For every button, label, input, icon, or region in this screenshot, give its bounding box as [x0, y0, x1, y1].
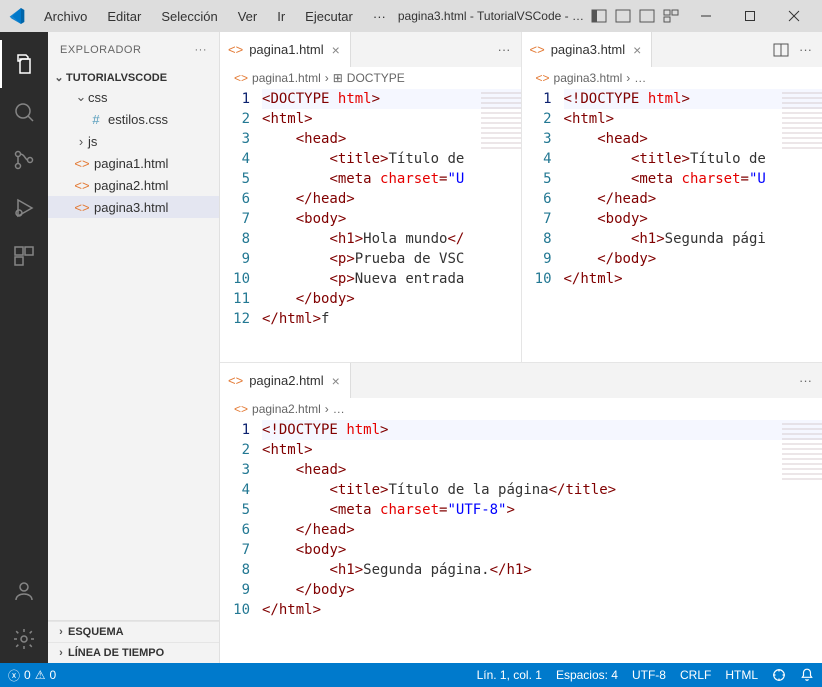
symbol-icon: ⊞ — [333, 71, 343, 85]
sidebar-explorer: EXPLORADOR ··· ⌄ TUTORIALVSCODE ⌄ css # … — [48, 32, 220, 663]
more-actions-icon[interactable]: ··· — [496, 40, 513, 59]
editor-group-2: <> pagina3.html × ··· <> pagina3.html › … — [521, 32, 822, 362]
sidebar-title: EXPLORADOR — [60, 44, 141, 56]
status-eol[interactable]: CRLF — [680, 668, 711, 682]
editor-group-3: <> pagina2.html × ··· <> pagina2.html › … — [220, 363, 822, 663]
timeline-section[interactable]: › LÍNEA DE TIEMPO — [48, 642, 219, 663]
chevron-right-icon: › — [54, 647, 68, 659]
tab-pagina3[interactable]: <> pagina3.html × — [522, 32, 653, 67]
editor-area: <> pagina1.html × ··· <> pagina1.html › … — [220, 32, 822, 663]
folder-css[interactable]: ⌄ css — [48, 86, 219, 108]
chevron-down-icon: ⌄ — [52, 71, 66, 84]
error-icon: ⓧ — [8, 667, 20, 684]
menu-seleccion[interactable]: Selección — [153, 5, 225, 28]
sidebar-more-icon[interactable]: ··· — [195, 44, 208, 56]
window-title: pagina3.html - TutorialVSCode - Visu… — [398, 9, 584, 23]
status-errors[interactable]: ⓧ0 ⚠0 — [8, 667, 56, 684]
more-actions-icon[interactable]: ··· — [797, 371, 814, 390]
outline-section[interactable]: › ESQUEMA — [48, 621, 219, 642]
status-feedback-icon[interactable] — [772, 668, 786, 682]
code-editor-1[interactable]: 123456789101112 <DOCTYPE html><html> <he… — [220, 89, 521, 362]
menu-more[interactable]: ··· — [365, 5, 394, 28]
source-control-icon[interactable] — [0, 136, 48, 184]
warning-icon: ⚠ — [35, 668, 46, 682]
html-file-icon: <> — [234, 402, 248, 416]
tab-pagina2[interactable]: <> pagina2.html × — [220, 363, 351, 398]
menu-archivo[interactable]: Archivo — [36, 5, 95, 28]
close-tab-icon[interactable]: × — [631, 42, 643, 58]
menu-ejecutar[interactable]: Ejecutar — [297, 5, 361, 28]
editor-group-1: <> pagina1.html × ··· <> pagina1.html › … — [220, 32, 521, 362]
close-tab-icon[interactable]: × — [330, 42, 342, 58]
breadcrumb[interactable]: <> pagina3.html › … — [522, 67, 822, 89]
chevron-down-icon: ⌄ — [74, 89, 88, 105]
layout-left-icon[interactable] — [588, 5, 610, 27]
tab-pagina1[interactable]: <> pagina1.html × — [220, 32, 351, 67]
status-bell-icon[interactable] — [800, 668, 814, 682]
file-estilos-css[interactable]: # estilos.css — [48, 108, 219, 130]
run-debug-icon[interactable] — [0, 184, 48, 232]
close-tab-icon[interactable]: × — [330, 373, 342, 389]
html-file-icon: <> — [228, 42, 243, 57]
minimap[interactable] — [782, 89, 822, 149]
maximize-button[interactable] — [730, 0, 770, 32]
html-file-icon: <> — [74, 156, 90, 171]
html-file-icon: <> — [536, 71, 550, 85]
account-icon[interactable] — [0, 567, 48, 615]
file-pagina2[interactable]: <> pagina2.html — [48, 174, 219, 196]
status-line-col[interactable]: Lín. 1, col. 1 — [477, 668, 542, 682]
menu-editar[interactable]: Editar — [99, 5, 149, 28]
status-language[interactable]: HTML — [725, 668, 758, 682]
title-bar: Archivo Editar Selección Ver Ir Ejecutar… — [0, 0, 822, 32]
search-icon[interactable] — [0, 88, 48, 136]
minimize-button[interactable] — [686, 0, 726, 32]
css-file-icon: # — [88, 112, 104, 127]
menu-ir[interactable]: Ir — [269, 5, 293, 28]
extensions-icon[interactable] — [0, 232, 48, 280]
html-file-icon: <> — [234, 71, 248, 85]
layout-right-icon[interactable] — [636, 5, 658, 27]
status-encoding[interactable]: UTF-8 — [632, 668, 666, 682]
file-pagina3[interactable]: <> pagina3.html — [48, 196, 219, 218]
breadcrumb[interactable]: <> pagina2.html › … — [220, 398, 822, 420]
layout-bottom-icon[interactable] — [612, 5, 634, 27]
menu-ver[interactable]: Ver — [230, 5, 266, 28]
close-button[interactable] — [774, 0, 814, 32]
status-bar: ⓧ0 ⚠0 Lín. 1, col. 1 Espacios: 4 UTF-8 C… — [0, 663, 822, 687]
chevron-right-icon: › — [74, 134, 88, 149]
chevron-right-icon: › — [54, 626, 68, 638]
code-editor-2[interactable]: 12345678910 <!DOCTYPE html><html> <head>… — [522, 89, 822, 362]
html-file-icon: <> — [74, 178, 90, 193]
settings-gear-icon[interactable] — [0, 615, 48, 663]
status-spaces[interactable]: Espacios: 4 — [556, 668, 618, 682]
breadcrumb[interactable]: <> pagina1.html › ⊞ DOCTYPE — [220, 67, 521, 89]
minimap[interactable] — [481, 89, 521, 149]
vscode-logo-icon — [8, 7, 26, 25]
code-editor-3[interactable]: 12345678910 <!DOCTYPE html><html> <head>… — [220, 420, 822, 663]
html-file-icon: <> — [74, 200, 90, 215]
project-root[interactable]: ⌄ TUTORIALVSCODE — [48, 69, 219, 86]
html-file-icon: <> — [530, 42, 545, 57]
file-pagina1[interactable]: <> pagina1.html — [48, 152, 219, 174]
split-editor-icon[interactable] — [771, 40, 791, 60]
layout-customize-icon[interactable] — [660, 5, 682, 27]
more-actions-icon[interactable]: ··· — [797, 40, 814, 60]
folder-js[interactable]: › js — [48, 130, 219, 152]
activity-bar — [0, 32, 48, 663]
minimap[interactable] — [782, 420, 822, 480]
explorer-icon[interactable] — [0, 40, 48, 88]
html-file-icon: <> — [228, 373, 243, 388]
